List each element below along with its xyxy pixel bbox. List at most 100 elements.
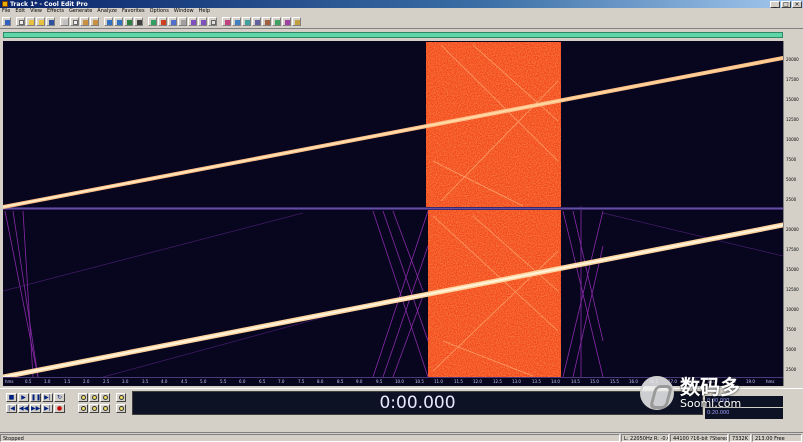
zoom-full-button[interactable] — [168, 17, 177, 26]
time-tick: 15.5 — [610, 379, 619, 384]
normalize-button[interactable] — [232, 17, 241, 26]
menu-options[interactable]: Options — [150, 8, 169, 15]
time-tick: 1.5 — [64, 379, 71, 384]
zoom-selection-button[interactable] — [100, 404, 110, 413]
go-to-end-button[interactable]: ▶| — [42, 404, 53, 413]
waveform-view-button[interactable] — [148, 17, 157, 26]
save-button[interactable] — [46, 17, 55, 26]
time-tick: 5.0 — [200, 379, 207, 384]
time-tick: 14.5 — [571, 379, 580, 384]
watermark-cn: 数码多 — [680, 375, 740, 399]
play-list-button[interactable] — [198, 17, 207, 26]
zoom-full-horizontal-button[interactable] — [100, 393, 110, 402]
loop-button[interactable]: ↻ — [54, 393, 65, 402]
status-free-space: 213.00 Free — [752, 433, 802, 442]
fast-forward-button[interactable]: ▶▶ — [30, 404, 41, 413]
watermark: 数码多 Sooml.com — [640, 368, 803, 418]
filter-button[interactable] — [252, 17, 261, 26]
menu-window[interactable]: Window — [174, 8, 194, 15]
menu-favorites[interactable]: Favorites — [122, 8, 145, 15]
snap-button[interactable] — [178, 17, 187, 26]
undo-button[interactable] — [104, 17, 113, 26]
play-to-end-button[interactable]: ▶| — [42, 393, 53, 402]
copy-button[interactable] — [70, 17, 79, 26]
append-button[interactable] — [36, 17, 45, 26]
time-tick: 2.5 — [103, 379, 110, 384]
menu-effects[interactable]: Effects — [47, 8, 64, 15]
overview-bar[interactable] — [3, 32, 783, 38]
cue-list-button[interactable] — [188, 17, 197, 26]
time-tick: 3.0 — [122, 379, 129, 384]
new-button[interactable] — [16, 17, 25, 26]
menu-help[interactable]: Help — [199, 8, 210, 15]
time-tick: 15.0 — [590, 379, 599, 384]
maximize-button[interactable]: □ — [781, 0, 791, 8]
cue-list-icon — [191, 20, 196, 25]
zoom-left-button[interactable] — [78, 404, 88, 413]
go-to-start-button[interactable]: |◀ — [6, 404, 17, 413]
amplify-button[interactable] — [222, 17, 231, 26]
rewind-button[interactable]: ◀◀ — [18, 404, 29, 413]
noise-texture-top — [426, 42, 561, 208]
time-tick: 12.0 — [473, 379, 482, 384]
menu-file[interactable]: File — [2, 8, 10, 15]
freq-tick: 5000 — [786, 177, 797, 182]
zoom-right-button[interactable] — [89, 404, 99, 413]
zoom-vertical-out-icon — [119, 406, 124, 411]
trim-button[interactable] — [124, 17, 133, 26]
analyze-button[interactable] — [292, 17, 301, 26]
freq-tick: 17500 — [786, 247, 799, 252]
menu-edit[interactable]: Edit — [15, 8, 25, 15]
zoom-out-horizontal-button[interactable] — [89, 393, 99, 402]
time-tick: 9.5 — [376, 379, 383, 384]
menu-analyze[interactable]: Analyze — [97, 8, 117, 15]
spectral-icon — [161, 20, 166, 25]
freq-tick: 7500 — [786, 157, 797, 162]
fx-button[interactable] — [282, 17, 291, 26]
freq-tick: 20000 — [786, 57, 799, 62]
multitrack-icon — [5, 20, 10, 25]
freq-tick: 10000 — [786, 137, 799, 142]
spectral-view-button[interactable] — [158, 17, 167, 26]
delay-button[interactable] — [262, 17, 271, 26]
paste-icon — [83, 20, 88, 25]
status-size: 7332K — [729, 433, 751, 442]
zoom-out-vertical-button[interactable] — [116, 404, 126, 413]
zoom-in-vertical-button[interactable] — [116, 393, 126, 402]
zoom-in-icon — [81, 395, 86, 400]
record-button[interactable]: ● — [54, 404, 65, 413]
menu-generate[interactable]: Generate — [69, 8, 92, 15]
info-icon — [211, 20, 216, 25]
append-icon — [39, 20, 44, 25]
time-tick: 5.5 — [220, 379, 227, 384]
reverb-button[interactable] — [272, 17, 281, 26]
silence-button[interactable] — [134, 17, 143, 26]
zoom-in-horizontal-button[interactable] — [78, 393, 88, 402]
time-tick: 1.0 — [44, 379, 51, 384]
minimize-button[interactable]: _ — [770, 0, 780, 8]
stop-button[interactable]: ■ — [6, 393, 17, 402]
time-tick: 8.5 — [337, 379, 344, 384]
zoom-out-icon — [92, 395, 97, 400]
close-button[interactable]: × — [792, 0, 802, 8]
cut-button[interactable] — [60, 17, 69, 26]
freq-tick: 7500 — [786, 327, 797, 332]
zoom-selection-icon — [103, 406, 108, 411]
mix-paste-button[interactable] — [90, 17, 99, 26]
spectral-display[interactable] — [3, 41, 783, 386]
redo-button[interactable] — [114, 17, 123, 26]
multitrack-toggle-button[interactable] — [2, 17, 11, 26]
pause-button[interactable]: ❚❚ — [30, 393, 41, 402]
trim-icon — [127, 20, 132, 25]
delay-icon — [265, 20, 270, 25]
open-button[interactable] — [26, 17, 35, 26]
time-tick: 10.5 — [415, 379, 424, 384]
info-button[interactable] — [208, 17, 217, 26]
noise-reduction-button[interactable] — [242, 17, 251, 26]
new-file-icon — [19, 20, 24, 25]
paste-button[interactable] — [80, 17, 89, 26]
time-tick: 4.0 — [161, 379, 168, 384]
play-button[interactable]: ▶ — [18, 393, 29, 402]
fx-icon — [285, 20, 290, 25]
menu-view[interactable]: View — [30, 8, 42, 15]
